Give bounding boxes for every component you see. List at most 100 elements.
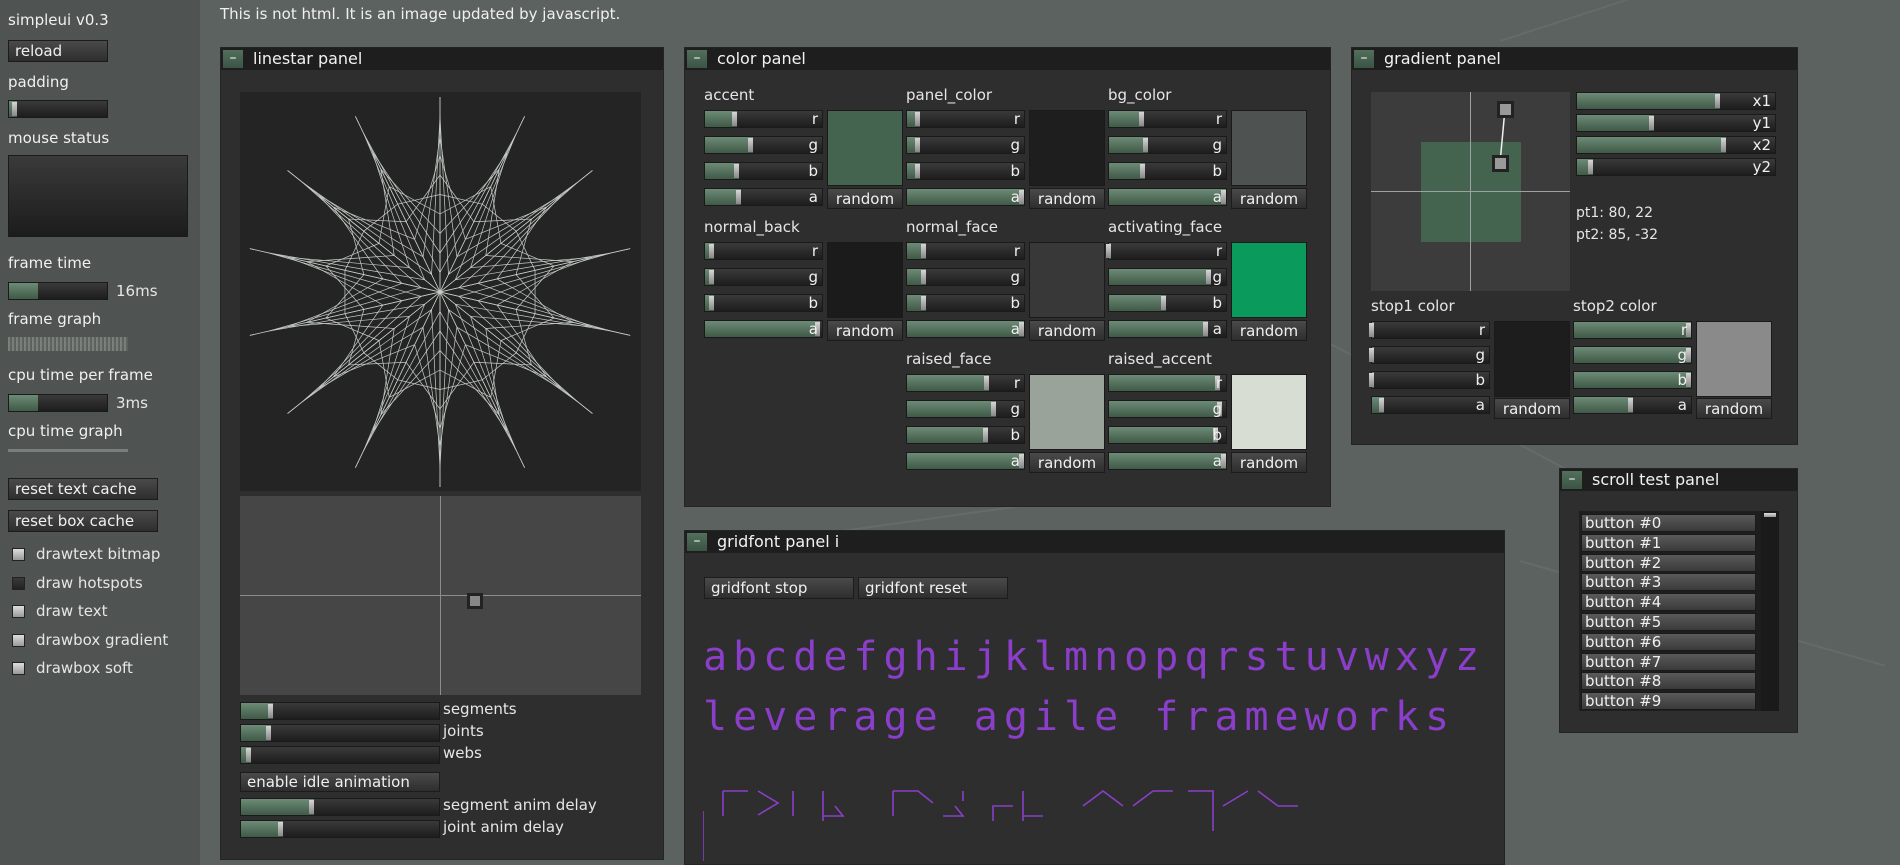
bg_color-a-slider[interactable]: a — [1108, 188, 1227, 206]
stop1-r-slider[interactable]: r — [1369, 321, 1490, 339]
checkbox-drawbox-soft[interactable] — [12, 662, 25, 675]
gradient-preview[interactable] — [1371, 92, 1570, 291]
raised_face-b-slider[interactable]: b — [906, 426, 1025, 444]
stop1-b-slider-knob[interactable] — [1369, 373, 1375, 387]
bg_color-r-slider-knob[interactable] — [1139, 112, 1145, 126]
scroll-button-3[interactable]: button #3 — [1581, 573, 1756, 592]
scroll-button-9[interactable]: button #9 — [1581, 692, 1756, 711]
raised_accent-r-slider[interactable]: r — [1108, 374, 1227, 392]
gradient-x1-slider-knob[interactable] — [1714, 94, 1720, 108]
gradient-x1-slider[interactable]: x1 — [1576, 92, 1776, 110]
scroll-button-2[interactable]: button #2 — [1581, 553, 1756, 572]
joystick-handle[interactable] — [467, 593, 483, 609]
checkbox-draw-text[interactable] — [12, 605, 25, 618]
activating_face-b-slider-knob[interactable] — [1161, 296, 1167, 310]
activating_face-random-button[interactable]: random — [1231, 320, 1307, 341]
scroll-area[interactable]: button #0 button #1 button #2 button #3 butt… — [1579, 511, 1779, 711]
accent-a-slider[interactable]: a — [704, 188, 823, 206]
bg_color-b-slider-knob[interactable] — [1140, 164, 1146, 178]
raised_face-a-slider[interactable]: a — [906, 452, 1025, 470]
joint-anim-delay-slider-knob[interactable] — [277, 822, 283, 836]
scroll-button-5[interactable]: button #5 — [1581, 613, 1756, 631]
gradient-y1-slider[interactable]: y1 — [1576, 114, 1776, 132]
stop2-r-slider[interactable]: r — [1573, 321, 1692, 339]
gradient-y2-slider-knob[interactable] — [1587, 160, 1593, 174]
accent-random-button[interactable]: random — [827, 188, 903, 209]
panel_color-g-slider[interactable]: g — [906, 136, 1025, 154]
panel_color-r-slider-knob[interactable] — [914, 112, 920, 126]
gradient-y1-slider-knob[interactable] — [1649, 116, 1655, 130]
gradient-x2-slider[interactable]: x2 — [1576, 136, 1776, 154]
activating_face-a-slider-knob[interactable] — [1203, 322, 1209, 336]
stop1-g-slider-knob[interactable] — [1369, 348, 1375, 362]
normal_back-a-slider[interactable]: a — [704, 320, 823, 338]
normal_face-g-slider-knob[interactable] — [920, 270, 926, 284]
linestar-webs-slider[interactable] — [240, 746, 440, 764]
stop1-r-slider-knob[interactable] — [1369, 323, 1375, 337]
raised_accent-g-slider[interactable]: g — [1108, 400, 1227, 418]
gradient-point2-handle[interactable] — [1492, 155, 1509, 172]
gradient-point1-handle[interactable] — [1497, 101, 1514, 118]
accent-r-slider[interactable]: r — [704, 110, 823, 128]
reset-box-cache-button[interactable]: reset box cache — [8, 510, 158, 532]
raised_face-g-slider[interactable]: g — [906, 400, 1025, 418]
activating_face-g-slider-knob[interactable] — [1205, 270, 1211, 284]
accent-g-slider[interactable]: g — [704, 136, 823, 154]
scroll-button-7[interactable]: button #7 — [1581, 652, 1756, 671]
stop2-random-button[interactable]: random — [1696, 398, 1772, 419]
normal_back-r-slider[interactable]: r — [704, 242, 823, 260]
linestar-minimize-button[interactable]: – — [223, 50, 243, 68]
padding-slider[interactable] — [8, 100, 108, 118]
normal_back-r-slider-knob[interactable] — [709, 244, 715, 258]
segment-anim-delay-slider-knob[interactable] — [309, 800, 315, 814]
stop1-a-slider-knob[interactable] — [1378, 398, 1384, 412]
activating_face-a-slider[interactable]: a — [1108, 320, 1227, 338]
gradient-x2-slider-knob[interactable] — [1720, 138, 1726, 152]
activating_face-g-slider[interactable]: g — [1108, 268, 1227, 286]
normal_back-g-slider-knob[interactable] — [709, 270, 715, 284]
gradient-minimize-button[interactable]: – — [1354, 50, 1374, 68]
stop1-random-button[interactable]: random — [1494, 398, 1570, 419]
linestar-joints-slider[interactable] — [240, 724, 440, 742]
panel_color-b-slider[interactable]: b — [906, 162, 1025, 180]
linestar-segments-slider-knob[interactable] — [267, 704, 273, 718]
joystick-area[interactable] — [240, 496, 641, 695]
accent-r-slider-knob[interactable] — [731, 112, 737, 126]
stop1-a-slider[interactable]: a — [1371, 396, 1490, 414]
activating_face-r-slider-knob[interactable] — [1106, 244, 1112, 258]
raised_face-g-slider-knob[interactable] — [990, 402, 996, 416]
scroll-button-1[interactable]: button #1 — [1581, 533, 1756, 552]
stop1-g-slider[interactable]: g — [1369, 346, 1490, 364]
scroll-button-0[interactable]: button #0 — [1581, 514, 1756, 532]
accent-g-slider-knob[interactable] — [747, 138, 753, 152]
bg_color-r-slider[interactable]: r — [1108, 110, 1227, 128]
panel_color-g-slider-knob[interactable] — [914, 138, 920, 152]
bg_color-b-slider[interactable]: b — [1108, 162, 1227, 180]
padding-slider-knob[interactable] — [11, 102, 17, 116]
panel_color-r-slider[interactable]: r — [906, 110, 1025, 128]
normal_back-random-button[interactable]: random — [827, 320, 903, 341]
gridfont-stop-button[interactable]: gridfont stop — [704, 577, 854, 599]
normal_back-g-slider[interactable]: g — [704, 268, 823, 286]
reset-text-cache-button[interactable]: reset text cache — [8, 478, 158, 500]
raised_accent-b-slider[interactable]: b — [1108, 426, 1227, 444]
panel_color-b-slider-knob[interactable] — [914, 164, 920, 178]
checkbox-draw-hotspots[interactable] — [12, 576, 25, 590]
bg_color-random-button[interactable]: random — [1231, 188, 1307, 209]
scrollbar-track[interactable] — [1761, 511, 1779, 711]
joint-anim-delay-slider[interactable] — [240, 820, 440, 838]
raised_face-r-slider-knob[interactable] — [983, 376, 989, 390]
stop2-b-slider[interactable]: b — [1573, 371, 1692, 389]
raised_accent-a-slider[interactable]: a — [1108, 452, 1227, 470]
normal_face-b-slider[interactable]: b — [906, 294, 1025, 312]
normal_face-g-slider[interactable]: g — [906, 268, 1025, 286]
linestar-joints-slider-knob[interactable] — [265, 726, 271, 740]
stop2-a-slider-knob[interactable] — [1627, 398, 1633, 412]
accent-a-slider-knob[interactable] — [736, 190, 742, 204]
bg_color-g-slider[interactable]: g — [1108, 136, 1227, 154]
raised_face-random-button[interactable]: random — [1029, 452, 1105, 473]
normal_face-b-slider-knob[interactable] — [920, 296, 926, 310]
panel_color-a-slider[interactable]: a — [906, 188, 1025, 206]
raised_face-b-slider-knob[interactable] — [982, 428, 988, 442]
activating_face-b-slider[interactable]: b — [1108, 294, 1227, 312]
